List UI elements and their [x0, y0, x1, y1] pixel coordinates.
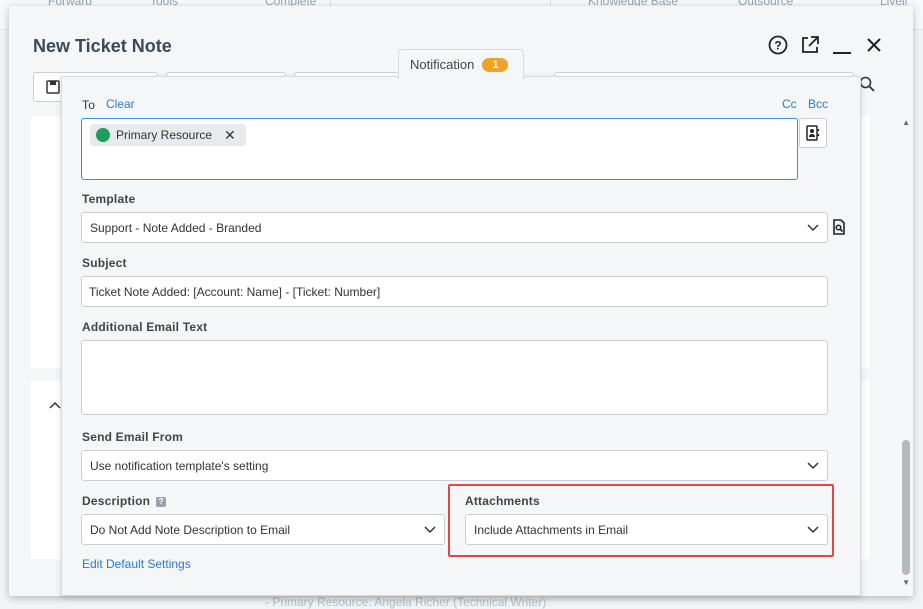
description-select[interactable]: Do Not Add Note Description to Email	[81, 514, 445, 545]
send-email-from-label: Send Email From	[82, 430, 184, 444]
description-help-icon[interactable]: ?	[156, 496, 167, 507]
subject-input[interactable]: Ticket Note Added: [Account: Name] - [Ti…	[81, 276, 828, 307]
minimize-icon[interactable]	[831, 34, 853, 56]
address-book-icon	[806, 125, 820, 141]
remove-recipient-icon[interactable]: ✕	[224, 127, 236, 144]
clear-link[interactable]: Clear	[106, 97, 135, 111]
template-select[interactable]: Support - Note Added - Branded	[81, 212, 828, 243]
bcc-link[interactable]: Bcc	[808, 97, 828, 111]
background-panel	[860, 381, 870, 559]
svg-text:?: ?	[774, 39, 781, 53]
subject-value: Ticket Note Added: [Account: Name] - [Ti…	[89, 284, 381, 299]
template-label: Template	[82, 192, 136, 206]
search-icon[interactable]	[859, 76, 875, 92]
chevron-down-icon	[807, 525, 819, 533]
dialog-window-controls: ?	[767, 34, 885, 56]
description-label-wrap: Description?	[82, 494, 167, 508]
send-email-from-select[interactable]: Use notification template's setting	[81, 450, 828, 481]
chevron-up-icon[interactable]	[49, 401, 61, 409]
address-book-button[interactable]	[799, 118, 827, 148]
cc-link[interactable]: Cc	[782, 97, 797, 111]
edit-default-settings-link[interactable]: Edit Default Settings	[82, 557, 191, 571]
close-icon[interactable]	[863, 34, 885, 56]
scroll-down-icon[interactable]: ▼	[902, 578, 910, 587]
subject-label: Subject	[82, 256, 127, 270]
background-footer-text: - Primary Resource: Angela Richer (Techn…	[265, 595, 547, 609]
attachments-select[interactable]: Include Attachments in Email	[465, 514, 828, 545]
notification-count-badge: 1	[482, 57, 509, 72]
preview-template-icon[interactable]	[832, 219, 846, 235]
chevron-down-icon	[424, 525, 436, 533]
description-value: Do Not Add Note Description to Email	[90, 522, 291, 537]
send-email-from-value: Use notification template's setting	[90, 458, 269, 473]
scrollbar-thumb[interactable]	[902, 440, 910, 575]
scroll-up-icon[interactable]: ▲	[902, 118, 910, 127]
notification-panel: To Clear Cc Bcc Primary Resource ✕ Templ…	[61, 76, 861, 596]
description-label: Description	[82, 494, 151, 508]
status-dot-icon	[96, 128, 110, 142]
chevron-down-icon	[807, 223, 819, 231]
recipient-chip-label: Primary Resource	[116, 128, 213, 142]
tab-notification[interactable]: Notification 1	[398, 49, 524, 79]
help-icon[interactable]: ?	[767, 34, 789, 56]
recipient-chip: Primary Resource ✕	[90, 124, 246, 146]
chevron-down-icon	[807, 461, 819, 469]
to-label: To	[82, 98, 96, 112]
pop-out-icon[interactable]	[799, 34, 821, 56]
template-value: Support - Note Added - Branded	[90, 220, 262, 235]
dialog-title: New Ticket Note	[33, 36, 172, 56]
background-panel	[860, 116, 870, 368]
save-icon	[46, 80, 60, 94]
notification-tab-label: Notification	[410, 57, 475, 72]
additional-email-text-label: Additional Email Text	[82, 320, 208, 334]
attachments-value: Include Attachments in Email	[474, 522, 629, 537]
to-recipients-field[interactable]: Primary Resource ✕	[81, 118, 798, 180]
attachments-label: Attachments	[465, 494, 540, 508]
additional-email-text-area[interactable]	[81, 340, 828, 415]
